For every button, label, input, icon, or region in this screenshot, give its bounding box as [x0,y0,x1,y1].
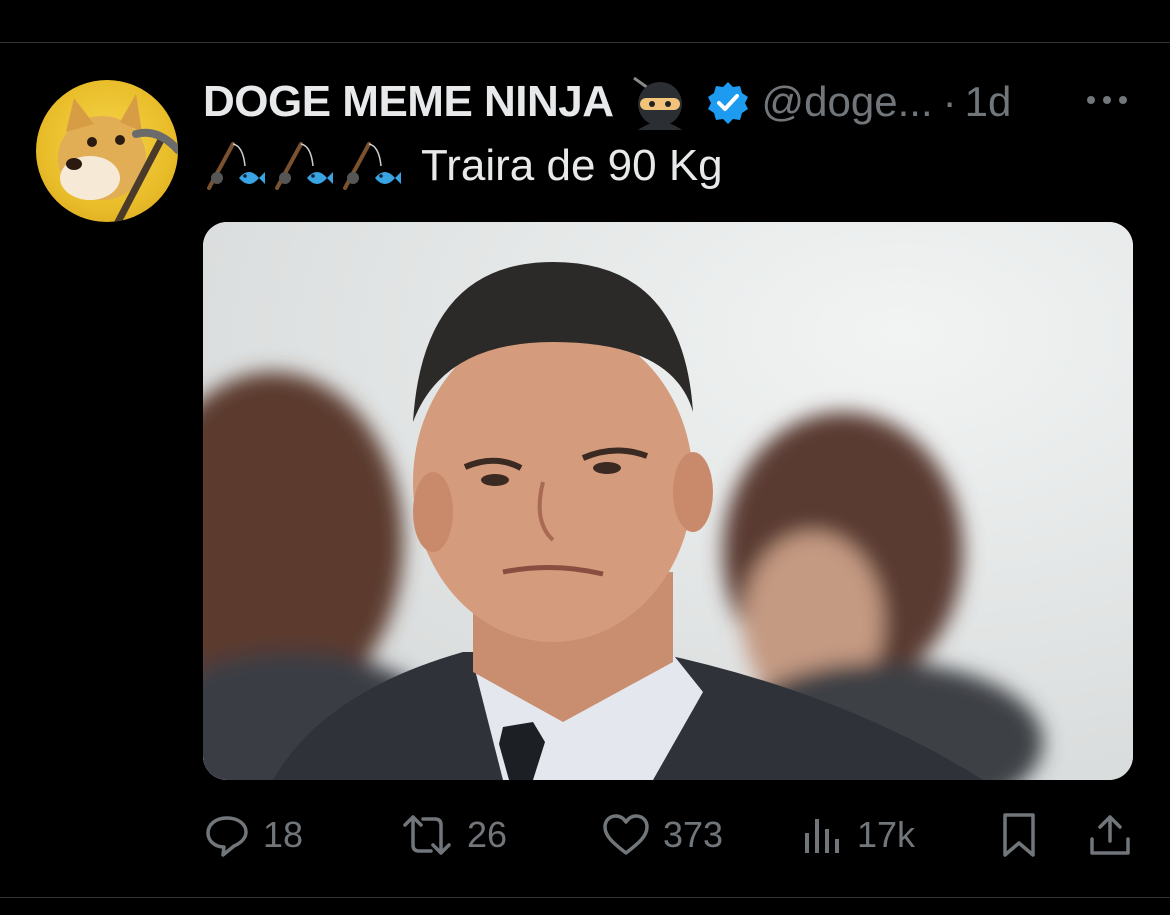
views-count: 17k [857,814,916,855]
tweet-body: Traira de 90 Kg [421,141,723,190]
fishing-pole-icon [339,136,403,196]
heart-icon [603,814,649,855]
doge-avatar-icon [58,94,178,222]
retweet-icon [403,815,451,855]
retweet-button[interactable]: 26 [399,800,507,870]
tweet-header: DOGE MEME NINJA @doge... · 1d [203,74,1011,130]
bookmark-icon [1003,813,1035,857]
views-button[interactable]: 17k [801,800,915,870]
retweet-count: 26 [467,814,508,855]
share-button[interactable] [1087,800,1133,870]
handle[interactable]: @doge... [762,78,933,126]
tweet-text: Traira de 90 Kg [203,136,723,196]
tweet-actions: 18 26 373 17k [203,800,1133,870]
reply-button[interactable]: 18 [203,800,303,870]
reply-count: 18 [263,814,304,855]
bookmark-button[interactable] [999,800,1039,870]
ninja-icon [628,74,688,130]
tweet-media-image[interactable] [203,222,1133,780]
share-icon [1090,815,1130,855]
views-chart-icon [805,819,839,853]
more-options-icon[interactable] [1084,90,1130,110]
like-button[interactable]: 373 [601,800,723,870]
fishing-pole-icon [203,136,267,196]
separator-dot: · [942,78,957,125]
bottom-divider [0,897,1170,898]
verified-badge-icon[interactable] [706,80,750,124]
reply-icon [206,816,248,857]
photo-man-in-suit-icon [203,222,1133,780]
display-name[interactable]: DOGE MEME NINJA [203,77,614,127]
timestamp[interactable]: 1d [965,78,1012,126]
like-count: 373 [663,814,724,855]
avatar[interactable] [36,80,178,222]
top-divider [0,42,1170,43]
fishing-pole-icon [271,136,335,196]
